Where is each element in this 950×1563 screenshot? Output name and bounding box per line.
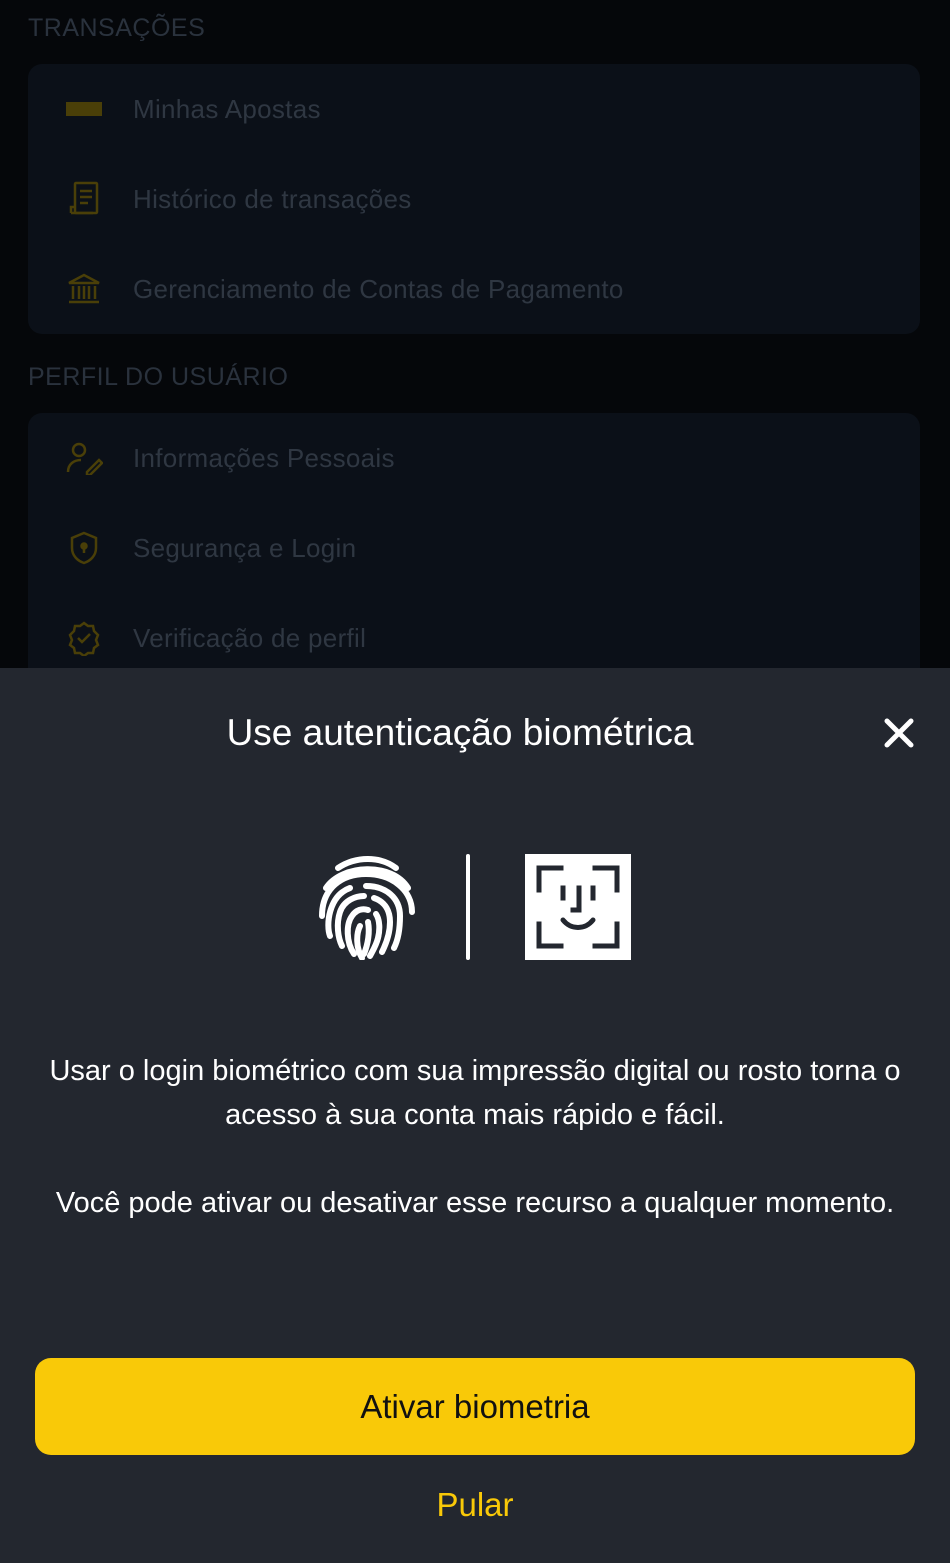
section-title-user-profile: PERFIL DO USUÁRIO <box>28 363 289 391</box>
receipt-icon <box>64 179 104 219</box>
menu-item-label: Informações Pessoais <box>133 442 395 473</box>
sheet-title: Use autenticação biométrica <box>226 712 694 753</box>
biometric-bottom-sheet: Use autenticação biométrica Usar o login… <box>0 668 950 1563</box>
icons-divider <box>466 854 470 960</box>
menu-item-label: Segurança e Login <box>133 532 357 563</box>
menu-item-payment-accounts[interactable]: Gerenciamento de Contas de Pagamento <box>28 244 920 334</box>
menu-item-label: Gerenciamento de Contas de Pagamento <box>133 273 624 304</box>
fingerprint-icon <box>316 854 418 961</box>
menu-item-security-login[interactable]: Segurança e Login <box>28 503 920 593</box>
menu-item-label: Histórico de transações <box>133 183 412 214</box>
menu-item-label: Verificação de perfil <box>133 622 367 653</box>
skip-button[interactable]: Pular <box>375 1483 575 1527</box>
ticket-icon <box>64 89 104 129</box>
transactions-group: Minhas Apostas Histórico de transações G… <box>28 64 920 334</box>
biometric-icons <box>0 848 950 968</box>
menu-item-label: Minhas Apostas <box>133 93 321 124</box>
user-edit-icon <box>64 438 104 478</box>
account-menu-background: TRANSAÇÕES Minhas Apostas Histórico de t… <box>0 0 950 683</box>
info-paragraph: Você pode ativar ou desativar esse recur… <box>55 1187 895 1219</box>
menu-item-transaction-history[interactable]: Histórico de transações <box>28 154 920 244</box>
menu-item-my-bets[interactable]: Minhas Apostas <box>28 64 920 154</box>
shield-icon <box>64 528 104 568</box>
close-button[interactable] <box>876 712 922 758</box>
enable-biometrics-button[interactable]: Ativar biometria <box>35 1358 915 1455</box>
screen: TRANSAÇÕES Minhas Apostas Histórico de t… <box>0 0 950 1563</box>
description-paragraph: Usar o login biométrico com sua impressã… <box>49 1055 901 1131</box>
close-icon <box>883 717 915 754</box>
menu-item-personal-info[interactable]: Informações Pessoais <box>28 413 920 503</box>
verified-badge-icon <box>64 618 104 658</box>
section-title-transactions: TRANSAÇÕES <box>28 14 206 42</box>
face-id-icon <box>525 854 631 960</box>
profile-group: Informações Pessoais Segurança e Login V… <box>28 413 920 683</box>
bank-icon <box>64 269 104 309</box>
